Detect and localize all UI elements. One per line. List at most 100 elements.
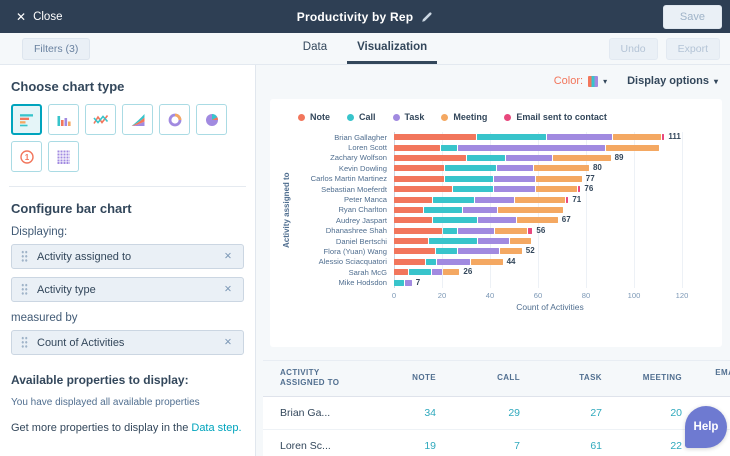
data-step-link[interactable]: Data step.	[191, 422, 241, 434]
bar-segment-task[interactable]	[547, 134, 612, 141]
bar-segment-meeting[interactable]	[552, 154, 611, 161]
field-pill-count-of-activities[interactable]: Count of Activities ✕	[11, 330, 244, 355]
bar-segment-meeting[interactable]	[536, 175, 582, 182]
table-value[interactable]: 61	[548, 440, 630, 452]
bar-segment-task[interactable]	[475, 196, 514, 203]
chart-type-column-button[interactable]	[48, 104, 79, 135]
bar-segment-task[interactable]	[463, 206, 497, 213]
bar-segment-meeting[interactable]	[471, 258, 503, 265]
bar-segment-task[interactable]	[431, 269, 442, 276]
bar-segment-call[interactable]	[433, 196, 475, 203]
bar-segment-task[interactable]	[477, 217, 516, 224]
bar-segment-call[interactable]	[426, 258, 436, 265]
bar-segment-call[interactable]	[433, 217, 477, 224]
bar-segment-note[interactable]	[394, 144, 440, 151]
bar-segment-email-sent-to-contact[interactable]	[527, 227, 533, 234]
chart-type-table-button[interactable]	[48, 141, 79, 172]
display-options-dropdown[interactable]: Display options ▾	[627, 75, 718, 87]
bar-segment-call[interactable]	[452, 186, 494, 193]
bar-segment-call[interactable]	[423, 206, 463, 213]
bar-segment-task[interactable]	[404, 279, 412, 286]
bar-segment-meeting[interactable]	[495, 227, 527, 234]
save-button[interactable]: Save	[662, 4, 722, 29]
edit-title-icon[interactable]	[421, 11, 433, 23]
chart-type-horizontal-bar-button[interactable]	[11, 104, 42, 135]
field-pill-activity-type[interactable]: Activity type ✕	[11, 277, 244, 302]
bar-segment-meeting[interactable]	[442, 269, 460, 276]
table-value[interactable]: 19	[384, 440, 464, 452]
tab-visualization[interactable]: Visualization	[347, 33, 438, 64]
chart-type-pie-button[interactable]	[196, 104, 227, 135]
column-header[interactable]: NOTE	[384, 373, 464, 383]
bar-segment-call[interactable]	[435, 248, 458, 255]
remove-field-icon[interactable]: ✕	[222, 249, 234, 264]
bar-segment-note[interactable]	[394, 217, 433, 224]
column-header[interactable]: TASK	[548, 373, 630, 383]
bar-segment-task[interactable]	[496, 165, 533, 172]
table-value[interactable]: 7	[464, 440, 548, 452]
bar-segment-meeting[interactable]	[612, 134, 661, 141]
column-header[interactable]: ACTIVITY ASSIGNED TO	[280, 368, 340, 389]
bar-segment-call[interactable]	[440, 144, 458, 151]
table-value[interactable]: 34	[384, 407, 464, 419]
bar-segment-note[interactable]	[394, 227, 442, 234]
bar-segment-meeting[interactable]	[516, 217, 558, 224]
chart-type-kpi-button[interactable]: 1	[11, 141, 42, 172]
tab-data[interactable]: Data	[293, 33, 337, 64]
bar-segment-note[interactable]	[394, 165, 445, 172]
bar-segment-note[interactable]	[394, 206, 423, 213]
color-dropdown[interactable]: Color: ▾	[554, 75, 607, 87]
bar-segment-note[interactable]	[394, 134, 476, 141]
export-button[interactable]: Export	[665, 37, 720, 60]
column-header[interactable]: MEETING	[630, 373, 710, 383]
chart-type-line-button[interactable]	[85, 104, 116, 135]
bar-segment-task[interactable]	[436, 258, 471, 265]
bar-segment-note[interactable]	[394, 269, 409, 276]
legend-item[interactable]: Note	[298, 112, 330, 122]
remove-field-icon[interactable]: ✕	[222, 335, 234, 350]
bar-segment-call[interactable]	[428, 238, 477, 245]
bar-segment-meeting[interactable]	[533, 165, 589, 172]
bar-segment-meeting[interactable]	[605, 144, 659, 151]
bar-segment-task[interactable]	[458, 227, 495, 234]
bar-segment-meeting[interactable]	[500, 248, 522, 255]
legend-item[interactable]: Meeting	[441, 112, 487, 122]
bar-segment-call[interactable]	[445, 165, 496, 172]
table-value[interactable]: 29	[464, 407, 548, 419]
drag-handle-icon[interactable]	[21, 283, 28, 296]
bar-segment-call[interactable]	[467, 154, 506, 161]
bar-segment-task[interactable]	[494, 175, 536, 182]
bar-segment-call[interactable]	[443, 227, 458, 234]
bar-segment-email-sent-to-contact[interactable]	[577, 186, 581, 193]
bar-segment-task[interactable]	[458, 144, 605, 151]
bar-segment-task[interactable]	[494, 186, 536, 193]
bar-segment-meeting[interactable]	[497, 206, 563, 213]
bar-segment-call[interactable]	[476, 134, 547, 141]
bar-segment-note[interactable]	[394, 248, 435, 255]
remove-field-icon[interactable]: ✕	[222, 282, 234, 297]
bar-segment-call[interactable]	[445, 175, 494, 182]
chart-type-donut-button[interactable]	[159, 104, 190, 135]
close-button[interactable]: ✕ Close	[8, 7, 70, 27]
drag-handle-icon[interactable]	[21, 250, 28, 263]
table-value[interactable]: 27	[548, 407, 630, 419]
bar-segment-note[interactable]	[394, 196, 433, 203]
bar-segment-note[interactable]	[394, 238, 428, 245]
column-header[interactable]: CALL	[464, 373, 548, 383]
bar-segment-task[interactable]	[506, 154, 552, 161]
bar-segment-task[interactable]	[477, 238, 509, 245]
field-pill-activity-assigned-to[interactable]: Activity assigned to ✕	[11, 244, 244, 269]
bar-segment-call[interactable]	[394, 279, 404, 286]
bar-segment-task[interactable]	[458, 248, 500, 255]
bar-segment-email-sent-to-contact[interactable]	[565, 196, 569, 203]
bar-segment-call[interactable]	[409, 269, 431, 276]
undo-button[interactable]: Undo	[608, 37, 658, 60]
bar-segment-note[interactable]	[394, 258, 426, 265]
bar-segment-meeting[interactable]	[514, 196, 565, 203]
bar-segment-meeting[interactable]	[509, 238, 532, 245]
bar-segment-meeting[interactable]	[536, 186, 577, 193]
column-header[interactable]: EMAIL SENT TO CONTACT	[710, 368, 730, 389]
bar-segment-note[interactable]	[394, 175, 445, 182]
drag-handle-icon[interactable]	[21, 336, 28, 349]
chart-type-area-button[interactable]	[122, 104, 153, 135]
